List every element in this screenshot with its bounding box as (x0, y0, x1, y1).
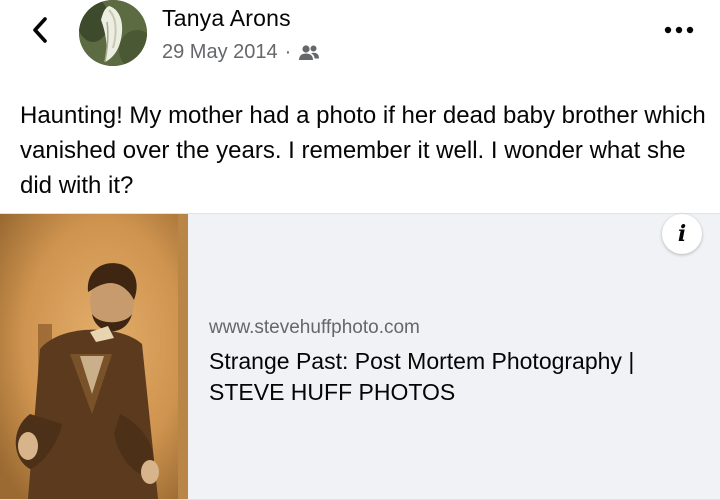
author-name[interactable]: Tanya Arons (162, 5, 291, 32)
more-options-button[interactable] (662, 18, 696, 42)
friends-icon (299, 44, 320, 60)
avatar[interactable] (79, 0, 147, 66)
more-options-icon (664, 26, 694, 34)
post-meta: 29 May 2014 · (162, 41, 320, 64)
info-icon: i (677, 221, 687, 247)
link-thumbnail (0, 214, 188, 499)
post-mortem-photo-image (0, 214, 188, 499)
link-preview-card[interactable]: i www.stevehuffphoto.com Strange Past: P… (0, 213, 720, 500)
post-body-text: Haunting! My mother had a photo if her d… (20, 102, 706, 199)
link-domain: www.stevehuffphoto.com (209, 317, 420, 338)
link-title[interactable]: Strange Past: Post Mortem Photography | … (209, 346, 709, 408)
post-date[interactable]: 29 May 2014 (162, 41, 278, 64)
meta-separator: · (284, 41, 292, 63)
chevron-left-icon (33, 17, 47, 43)
link-info-panel: i www.stevehuffphoto.com Strange Past: P… (188, 214, 720, 499)
info-button[interactable]: i (662, 214, 702, 254)
back-button[interactable] (26, 14, 54, 46)
post-header: Tanya Arons 29 May 2014 · (0, 0, 720, 80)
avatar-image (79, 0, 147, 66)
